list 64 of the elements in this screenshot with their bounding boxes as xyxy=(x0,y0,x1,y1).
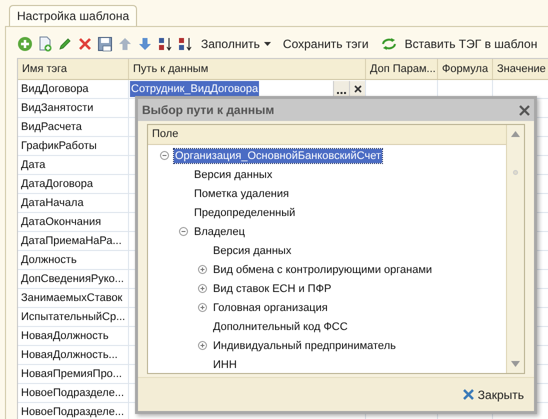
scrollbar[interactable] xyxy=(506,125,524,373)
expand-icon[interactable] xyxy=(198,265,206,274)
scroll-thumb[interactable] xyxy=(513,170,518,175)
sort-ascending-icon[interactable] xyxy=(157,36,173,52)
close-icon xyxy=(462,389,474,400)
delete-icon[interactable] xyxy=(77,36,93,52)
column-header[interactable]: Путь к данным xyxy=(129,59,366,79)
table-cell: ДатаПриемаНаРа... xyxy=(18,232,129,250)
table-cell: ДатаДоговора xyxy=(18,175,129,193)
table-cell: ВидДоговора xyxy=(18,80,129,98)
tree-item[interactable]: Вид ставок ЕСН и ПФР xyxy=(212,282,332,296)
expand-icon[interactable] xyxy=(198,284,206,293)
table-cell: ГрафикРаботы xyxy=(18,137,129,155)
choose-button[interactable] xyxy=(333,80,349,98)
sort-descending-icon[interactable] xyxy=(177,36,193,52)
table-cell: Должность xyxy=(18,251,129,269)
table-cell: ВидРасчета xyxy=(18,118,129,136)
toolbar-button[interactable]: Сохранить тэги xyxy=(278,34,373,54)
tree-item[interactable]: Предопределенный xyxy=(193,206,296,220)
column-header[interactable]: Доп Парам... xyxy=(366,59,438,79)
table-cell: ДопСведенияРуко... xyxy=(18,270,129,288)
table-cell: ЗанимаемыхСтавок xyxy=(18,289,129,307)
table-cell: НоваяДолжность... xyxy=(18,346,129,364)
pencil-icon[interactable] xyxy=(57,36,73,52)
table-cell: Дата xyxy=(18,156,129,174)
table-cell: ДатаНачала xyxy=(18,194,129,212)
tree-item[interactable]: Индивидуальный предприниматель xyxy=(212,338,397,352)
table-cell: НоваяПремияПро... xyxy=(18,365,129,383)
close-icon[interactable] xyxy=(519,104,530,116)
copy-document-icon[interactable] xyxy=(37,36,53,52)
tree-item[interactable]: ИНН xyxy=(212,358,238,372)
tab[interactable]: Настройка шаблона xyxy=(9,5,138,26)
table-cell: ДатаОкончания xyxy=(18,213,129,231)
tree-item[interactable]: Организация_ОсновнойБанковскийСчет xyxy=(174,148,382,162)
table-cell: НовоеПодразделе... xyxy=(18,403,129,419)
table-cell: ВидЗанятости xyxy=(18,99,129,117)
table-cell: НоваяДолжность xyxy=(18,327,129,345)
collapse-icon[interactable] xyxy=(178,227,188,236)
column-header[interactable]: Значение xyxy=(493,59,548,79)
add-icon[interactable] xyxy=(17,36,33,52)
close-button[interactable]: Закрыть xyxy=(460,384,527,404)
dialog-title: Выбор пути к данным xyxy=(142,102,274,119)
tree-item[interactable]: Пометка удаления xyxy=(193,186,290,200)
tree-item[interactable]: Версия данных xyxy=(212,244,292,258)
table-cell: ИспытательныйСр... xyxy=(18,308,129,326)
caret-icon xyxy=(264,42,271,46)
tree-item[interactable]: Головная организация xyxy=(212,300,329,314)
column-header[interactable]: Формула xyxy=(438,59,493,79)
toolbar-button[interactable]: Вставить ТЭГ в шаблон xyxy=(376,34,542,54)
clear-button[interactable] xyxy=(349,80,365,98)
scroll-down-icon[interactable] xyxy=(511,361,520,367)
refresh-icon xyxy=(380,37,397,51)
tree-item[interactable]: Версия данных xyxy=(193,168,274,182)
expand-icon[interactable] xyxy=(198,303,206,312)
collapse-icon[interactable] xyxy=(160,151,168,160)
column-header[interactable]: Имя тэга xyxy=(18,59,129,79)
column-header[interactable]: Поле xyxy=(148,125,506,145)
tree-item[interactable]: Дополнительный код ФСС xyxy=(212,320,349,334)
tree-item[interactable]: Вид обмена с контролирующими органами xyxy=(212,262,434,276)
close-icon xyxy=(354,85,362,93)
toolbar-button[interactable]: Заполнить xyxy=(197,34,275,54)
table-cell: НовоеПодразделе... xyxy=(18,384,129,402)
tree-item[interactable]: Владелец xyxy=(193,224,246,238)
expand-icon[interactable] xyxy=(198,341,206,350)
